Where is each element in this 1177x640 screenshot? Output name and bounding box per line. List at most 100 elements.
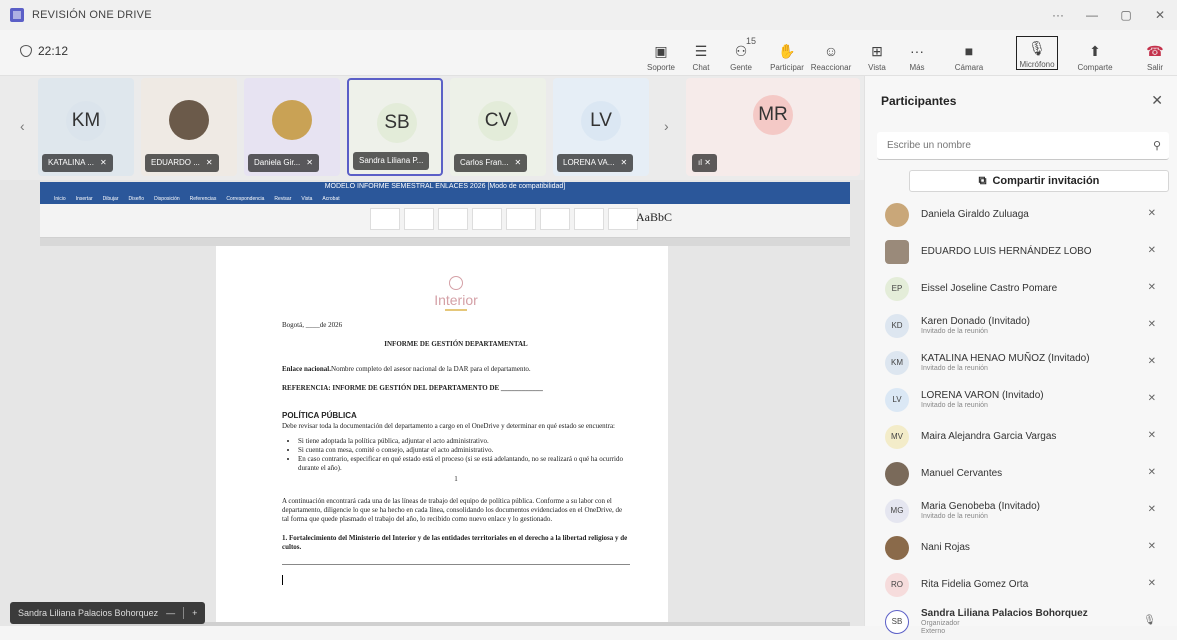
strip-prev-icon[interactable]: ‹ <box>20 118 25 134</box>
avatar <box>885 202 909 227</box>
shared-screen: MODELO INFORME SEMESTRAL ENLACES 2026 [M… <box>0 180 864 626</box>
avatar: MG <box>885 498 909 523</box>
invite-icon: ⧉ <box>978 174 987 187</box>
avatar <box>885 461 909 486</box>
video-tile[interactable]: LV LORENA VA... ✕ <box>553 78 649 176</box>
video-tile-large[interactable]: MR ıl ✕ <box>686 78 860 176</box>
video-tile[interactable]: EDUARDO ... ✕ <box>141 78 237 176</box>
mic-off-icon: ✕ <box>205 158 213 167</box>
tile-name: KATALINA ... ✕ <box>42 154 113 172</box>
search-icon: ⚲ <box>1152 140 1161 152</box>
mic-off-icon: ✕ <box>1147 282 1156 293</box>
minimize-button[interactable]: — <box>1075 8 1109 22</box>
ribbon-tab: Acrobat <box>322 196 340 202</box>
participants-panel: Participantes ✕ Escribe un nombre ⚲ ⧉ Co… <box>864 76 1177 635</box>
smile-icon: ☺ <box>823 43 839 59</box>
video-tile[interactable]: CV Carlos Fran... ✕ <box>450 78 546 176</box>
ribbon-tab: Revisar <box>274 196 292 202</box>
list-item[interactable]: EDUARDO LUIS HERNÁNDEZ LOBO ✕ <box>865 233 1177 270</box>
chat-icon: ☰ <box>694 42 708 59</box>
react-button[interactable]: ☺ Reaccionar <box>810 34 852 72</box>
maximize-button[interactable]: ▢ <box>1109 8 1143 22</box>
style-gallery <box>370 208 638 230</box>
shield-icon <box>20 45 32 57</box>
avatar: CV <box>478 101 518 141</box>
window-controls: ··· — ▢ ✕ <box>1041 0 1177 30</box>
mic-off-icon: ✕ <box>1147 393 1156 404</box>
more-button[interactable]: ··· Más <box>896 34 938 72</box>
list-item[interactable]: KD Karen Donado (Invitado) Invitado de la… <box>865 307 1177 344</box>
tile-name: Sandra Liliana P... <box>353 152 430 170</box>
list-item[interactable]: MG Maria Genobeba (Invitado) Invitado de … <box>865 492 1177 529</box>
video-tile[interactable]: KM KATALINA ... ✕ <box>38 78 134 176</box>
avatar <box>885 239 909 264</box>
search-input[interactable]: Escribe un nombre ⚲ <box>877 132 1169 160</box>
list-item[interactable]: KM KATALINA HENAO MUÑOZ (Invitado) Invita… <box>865 344 1177 381</box>
seal-icon <box>449 276 463 290</box>
more-options-icon[interactable]: ··· <box>1041 8 1075 22</box>
close-window-button[interactable]: ✕ <box>1143 8 1177 22</box>
presenter-pill[interactable]: Sandra Liliana Palacios Bohorquez — + <box>10 602 206 624</box>
panel-title: Participantes <box>881 94 957 108</box>
mic-off-icon: ✕ <box>306 158 313 167</box>
list-item[interactable]: EP Eissel Joseline Castro Pomare ✕ <box>865 270 1177 307</box>
list-item[interactable]: SB Sandra Liliana Palacios Bohorquez Org… <box>865 603 1177 640</box>
avatar: EP <box>885 276 909 301</box>
paragraph: A continuación encontrará cada una de la… <box>282 497 623 523</box>
document-window-title: MODELO INFORME SEMESTRAL ENLACES 2026 [M… <box>324 183 566 190</box>
window-title: REVISIÓN ONE DRIVE <box>32 9 152 21</box>
meeting-stage: ‹ KM KATALINA ... ✕ EDUARDO ... ✕ Daniela … <box>0 76 864 626</box>
share-button[interactable]: ⬆ Comparte <box>1074 34 1116 73</box>
strip-next-icon[interactable]: › <box>664 118 669 134</box>
bullet-list: Si tiene adoptada la política pública, a… <box>298 437 630 473</box>
list-item[interactable]: RO Rita Fidelia Gomez Orta ✕ <box>865 566 1177 603</box>
list-item: Si tiene adoptada la política pública, a… <box>298 437 630 446</box>
ribbon-tab: Vista <box>301 196 313 202</box>
list-item[interactable]: Daniela Giraldo Zuluaga ✕ <box>865 196 1177 233</box>
ruler <box>40 238 850 246</box>
ribbon-tab: Disposición <box>154 196 180 202</box>
mic-off-icon: ✕ <box>1147 356 1156 367</box>
presenter-name: Sandra Liliana Palacios Bohorquez <box>18 608 159 618</box>
tile-name: Daniela Gir... ✕ <box>248 154 319 172</box>
enlace-line: Enlace nacional.Nombre completo del ases… <box>282 365 531 373</box>
zoom-out-button[interactable]: — <box>166 608 175 618</box>
list-item[interactable]: Manuel Cervantes ✕ <box>865 455 1177 492</box>
date-line: Bogotá, ____de 2026 <box>282 321 343 329</box>
mic-off-icon: ✕ <box>1147 245 1156 256</box>
present-button[interactable]: ▣ Soporte <box>640 34 682 73</box>
camera-button[interactable]: ■ Cámara <box>948 34 990 72</box>
avatar: KD <box>885 313 909 338</box>
avatar: RO <box>885 572 909 597</box>
mic-off-icon: ✕ <box>514 158 522 167</box>
document-heading: INFORME DE GESTIÓN DEPARTAMENTAL <box>384 340 528 348</box>
share-invitation-button[interactable]: ⧉ Compartir invitación <box>909 170 1169 192</box>
raise-hand-button[interactable]: ✋ Participar <box>766 34 808 73</box>
leave-button[interactable]: ☎ Salir <box>1134 34 1176 73</box>
list-item[interactable]: LV LORENA VARON (Invitado) Invitado de la… <box>865 381 1177 418</box>
video-strip: ‹ KM KATALINA ... ✕ EDUARDO ... ✕ Daniela … <box>0 76 864 180</box>
chat-button[interactable]: ☰ Chat <box>680 34 722 73</box>
camera-off-icon: ■ <box>964 43 974 59</box>
tile-name: Carlos Fran... ✕ <box>454 154 528 172</box>
mic-off-icon: ✕ <box>1147 578 1156 589</box>
avatar: LV <box>581 101 621 141</box>
ribbon-tabs: Inicio Insertar Dibujar Diseño Disposici… <box>40 194 850 204</box>
word-ribbon: Inicio Insertar Dibujar Diseño Disposici… <box>40 194 850 238</box>
zoom-in-button[interactable]: + <box>192 608 197 618</box>
referencia-line: REFERENCIA: INFORME DE GESTIÓN DEL DEPAR… <box>282 384 543 392</box>
mic-off-icon: ✕ <box>620 158 628 167</box>
ribbon-tab: Dibujar <box>102 196 119 202</box>
participant-list: Daniela Giraldo Zuluaga ✕ EDUARDO LUIS H… <box>865 196 1177 640</box>
list-item[interactable]: Nani Rojas ✕ <box>865 529 1177 566</box>
video-tile[interactable]: Daniela Gir... ✕ <box>244 78 340 176</box>
item-title: 1. Fortalecimiento del Ministerio del In… <box>282 534 628 551</box>
video-tile-selected[interactable]: SB Sandra Liliana P... <box>347 78 443 176</box>
people-button[interactable]: ⚇ 15 Gente <box>720 34 762 72</box>
tile-name: EDUARDO ... ✕ <box>145 154 219 172</box>
view-button[interactable]: ⊞ Vista <box>856 34 898 73</box>
divider <box>282 564 630 565</box>
close-icon[interactable]: ✕ <box>1151 92 1163 109</box>
list-item[interactable]: MV Maira Alejandra Garcia Vargas ✕ <box>865 418 1177 455</box>
microphone-button[interactable]: 🎙 Micrófono <box>1016 36 1058 70</box>
